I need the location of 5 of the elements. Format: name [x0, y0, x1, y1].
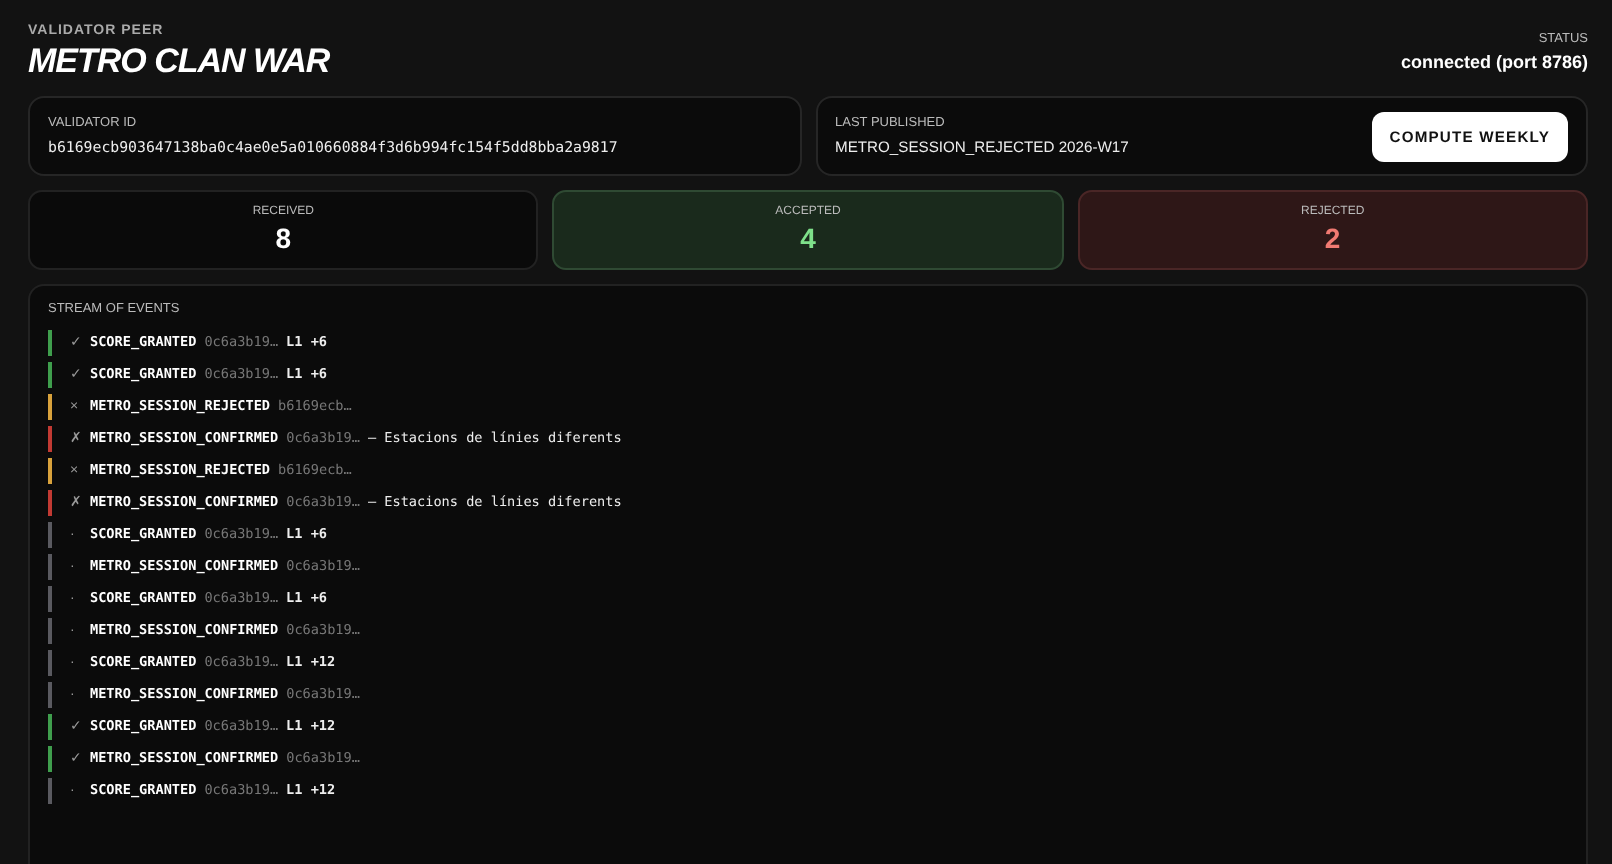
stat-value: 2 — [1324, 222, 1341, 254]
stat-value: 8 — [275, 222, 292, 254]
stat-value: 4 — [800, 222, 816, 254]
app-title: METRO CLAN WAR — [28, 42, 330, 82]
status-value: connected (port 8786) — [1400, 52, 1588, 72]
